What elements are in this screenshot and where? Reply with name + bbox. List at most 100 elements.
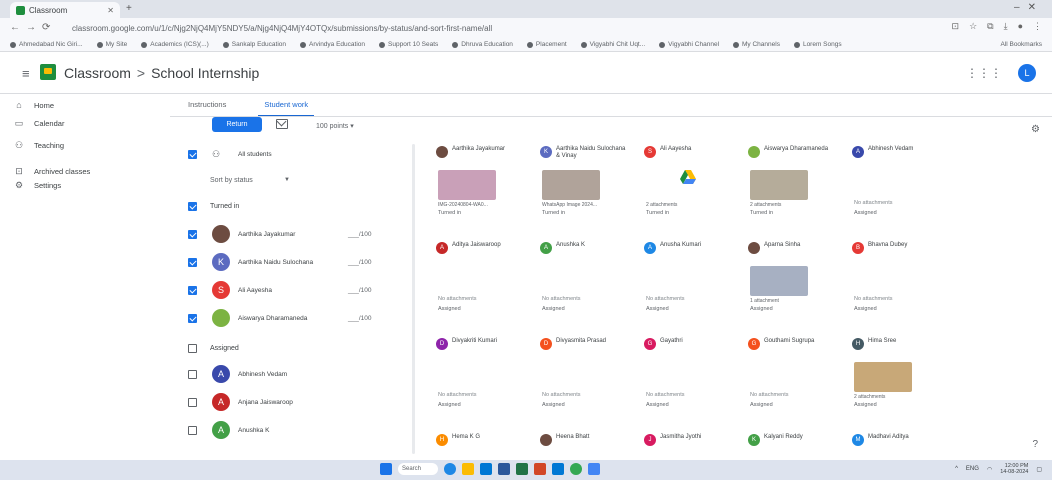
- attachment-thumbnail[interactable]: [438, 170, 496, 200]
- notification-icon[interactable]: ▢: [1036, 466, 1042, 473]
- submission-card[interactable]: B Bhavna Dubey No attachments Assigned: [848, 236, 944, 324]
- new-tab-icon[interactable]: +: [126, 3, 132, 14]
- settings-gear-icon[interactable]: ⚙: [1031, 124, 1040, 135]
- student-checkbox[interactable]: [188, 229, 197, 239]
- student-checkbox[interactable]: [188, 369, 197, 379]
- all-students-checkbox[interactable]: [188, 149, 197, 159]
- submission-card[interactable]: M Madhavi Aditya: [848, 428, 944, 454]
- submission-card[interactable]: A Anusha Kumari No attachments Assigned: [640, 236, 736, 324]
- star-icon[interactable]: ☆: [969, 21, 977, 32]
- student-row[interactable]: A Anushka K: [182, 418, 412, 442]
- sidebar-item-teaching[interactable]: ⚇ Teaching: [14, 140, 64, 150]
- points-dropdown[interactable]: 100 points ▾: [316, 122, 354, 130]
- bookmark-item[interactable]: Academics (ICS)(...): [141, 41, 209, 48]
- chevron-up-icon[interactable]: ^: [955, 466, 958, 472]
- submission-card[interactable]: A Aditya Jaiswaroop No attachments Assigned: [432, 236, 528, 324]
- clock[interactable]: 12:00 PM 14-08-2024: [1000, 463, 1028, 475]
- sort-dropdown[interactable]: Sort by status: [210, 177, 253, 184]
- windows-start-icon[interactable]: [380, 463, 392, 475]
- file-explorer-icon[interactable]: [462, 463, 474, 475]
- bookmark-item[interactable]: Arvindya Education: [300, 41, 365, 48]
- breadcrumb-course[interactable]: School Internship: [151, 65, 259, 81]
- profile-icon[interactable]: ●: [1018, 21, 1023, 32]
- bookmark-item[interactable]: Ahmedabad Nic Giri...: [10, 41, 83, 48]
- sidebar-item-archived[interactable]: ⊡ Archived classes: [14, 166, 90, 176]
- attachment-thumbnail[interactable]: [542, 170, 600, 200]
- submission-card[interactable]: Heena Bhatt: [536, 428, 632, 454]
- bookmark-item[interactable]: Dhruva Education: [452, 41, 513, 48]
- bookmark-item[interactable]: Lorem Songs: [793, 41, 842, 48]
- submission-card[interactable]: Aarthika Jayakumar IMG-20240804-WA0... Tur…: [432, 140, 528, 228]
- grade-field[interactable]: ___/100: [348, 287, 372, 294]
- excel-icon[interactable]: [516, 463, 528, 475]
- grade-field[interactable]: ___/100: [348, 315, 372, 322]
- lang-indicator[interactable]: ENG: [966, 466, 979, 472]
- student-row[interactable]: Aiswarya Dharamaneda ___/100: [182, 306, 412, 330]
- submission-card[interactable]: Aiswarya Dharamaneda 2 attachments Turned …: [744, 140, 840, 228]
- url-field[interactable]: classroom.google.com/u/1/c/Njg2NjQ4MjY5N…: [64, 21, 984, 35]
- attachment-thumbnail[interactable]: [750, 170, 808, 200]
- sidebar-item-calendar[interactable]: ▭ Calendar: [14, 118, 65, 128]
- submission-card[interactable]: K Aarthika Naidu Sulochana & Vinay WhatsAp…: [536, 140, 632, 228]
- student-row[interactable]: S Ali Aayesha ___/100: [182, 278, 412, 302]
- attachment-thumbnail[interactable]: [854, 362, 912, 392]
- classroom-logo-icon[interactable]: [40, 64, 56, 80]
- bookmark-item[interactable]: Support 10 Seats: [379, 41, 438, 48]
- submission-card[interactable]: D Divyakriti Kumari No attachments Assigned: [432, 332, 528, 420]
- sidebar-item-settings[interactable]: ⚙ Settings: [14, 180, 61, 190]
- sort-row[interactable]: Sort by status ▼: [182, 168, 412, 192]
- assigned-checkbox[interactable]: [188, 343, 197, 353]
- assigned-section[interactable]: Assigned: [182, 336, 412, 360]
- all-bookmarks[interactable]: All Bookmarks: [1000, 41, 1042, 48]
- tab-instructions[interactable]: Instructions: [182, 96, 232, 117]
- all-students-row[interactable]: ⚇ All students: [182, 142, 412, 166]
- sidebar-item-home[interactable]: ⌂ Home: [14, 100, 54, 110]
- student-row[interactable]: Aarthika Jayakumar ___/100: [182, 222, 412, 246]
- submission-card[interactable]: K Kalyani Reddy: [744, 428, 840, 454]
- turned-in-checkbox[interactable]: [188, 201, 197, 211]
- submission-card[interactable]: H Hima Sree 2 attachments Assigned: [848, 332, 944, 420]
- breadcrumb-app[interactable]: Classroom: [64, 65, 131, 81]
- nav-buttons[interactable]: ←→⟳: [10, 22, 56, 33]
- wifi-icon[interactable]: ◠: [987, 466, 992, 473]
- outlook-icon[interactable]: [552, 463, 564, 475]
- student-checkbox[interactable]: [188, 257, 197, 267]
- store-icon[interactable]: [480, 463, 492, 475]
- bookmark-item[interactable]: Vigyabhi Channel: [659, 41, 719, 48]
- window-controls[interactable]: –✕: [1014, 2, 1044, 13]
- bookmark-item[interactable]: Placement: [526, 41, 567, 48]
- email-icon[interactable]: [276, 119, 288, 129]
- bookmark-item[interactable]: My Site: [96, 41, 127, 48]
- browser-tab[interactable]: Classroom ✕: [10, 2, 120, 18]
- chrome-icon[interactable]: [570, 463, 582, 475]
- bookmark-item[interactable]: Sankalp Education: [222, 41, 286, 48]
- student-checkbox[interactable]: [188, 285, 197, 295]
- submission-card[interactable]: A Abhinesh Vedam No attachments Assigned: [848, 140, 944, 228]
- bookmark-item[interactable]: My Channels: [733, 41, 780, 48]
- student-row[interactable]: K Aarthika Naidu Sulochana ___/100: [182, 250, 412, 274]
- attachment-thumbnail[interactable]: [750, 266, 808, 296]
- submission-card[interactable]: S Ali Aayesha 2 attachments Turned in: [640, 140, 736, 228]
- return-button[interactable]: Return: [212, 117, 262, 132]
- tab-student-work[interactable]: Student work: [258, 96, 315, 117]
- student-row[interactable]: A Anjana Jaiswaroop: [182, 390, 412, 414]
- student-checkbox[interactable]: [188, 397, 197, 407]
- apps-grid-icon[interactable]: ⋮⋮⋮: [966, 66, 1002, 80]
- taskbar-search[interactable]: Search: [398, 463, 438, 475]
- powerpoint-icon[interactable]: [534, 463, 546, 475]
- word-icon[interactable]: [498, 463, 510, 475]
- account-avatar[interactable]: L: [1018, 64, 1036, 82]
- translate-icon[interactable]: ⊡: [952, 21, 960, 32]
- grade-field[interactable]: ___/100: [348, 231, 372, 238]
- student-checkbox[interactable]: [188, 425, 197, 435]
- submission-card[interactable]: D Divyasmita Prasad No attachments Assigned: [536, 332, 632, 420]
- bookmark-item[interactable]: Vigyabhi Chit Uqt...: [580, 41, 645, 48]
- main-menu-icon[interactable]: ≡: [22, 66, 30, 81]
- edge-icon[interactable]: [444, 463, 456, 475]
- submission-card[interactable]: A Anushka K No attachments Assigned: [536, 236, 632, 324]
- extensions-icon[interactable]: ⧉: [987, 21, 993, 32]
- submission-card[interactable]: J Jasmitha Jyothi: [640, 428, 736, 454]
- submission-card[interactable]: H Hema K G: [432, 428, 528, 454]
- submission-card[interactable]: G Gayathri No attachments Assigned: [640, 332, 736, 420]
- grade-field[interactable]: ___/100: [348, 259, 372, 266]
